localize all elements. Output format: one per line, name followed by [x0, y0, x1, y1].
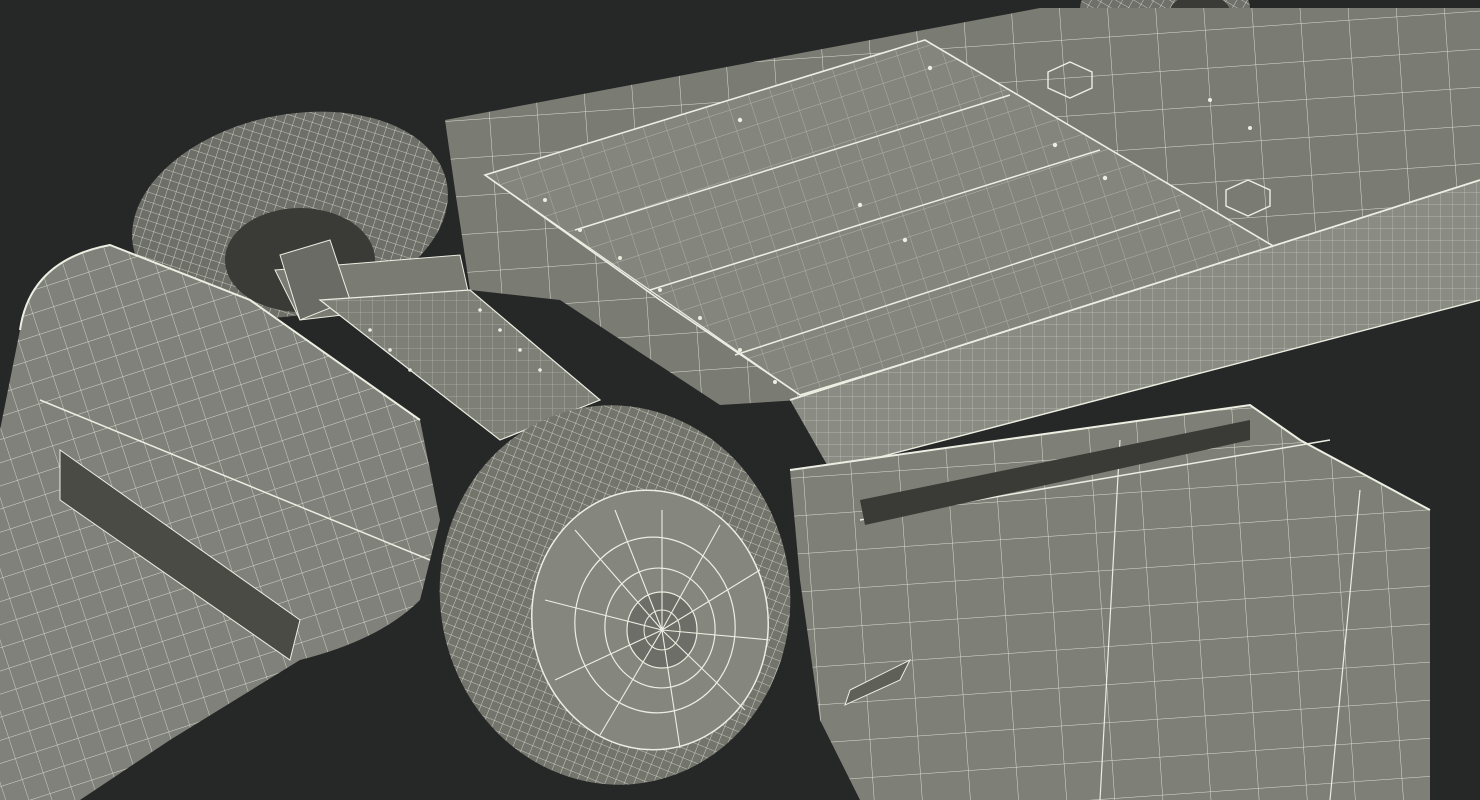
3d-viewport[interactable]: [0, 0, 1480, 800]
front-wheel: [439, 405, 791, 785]
